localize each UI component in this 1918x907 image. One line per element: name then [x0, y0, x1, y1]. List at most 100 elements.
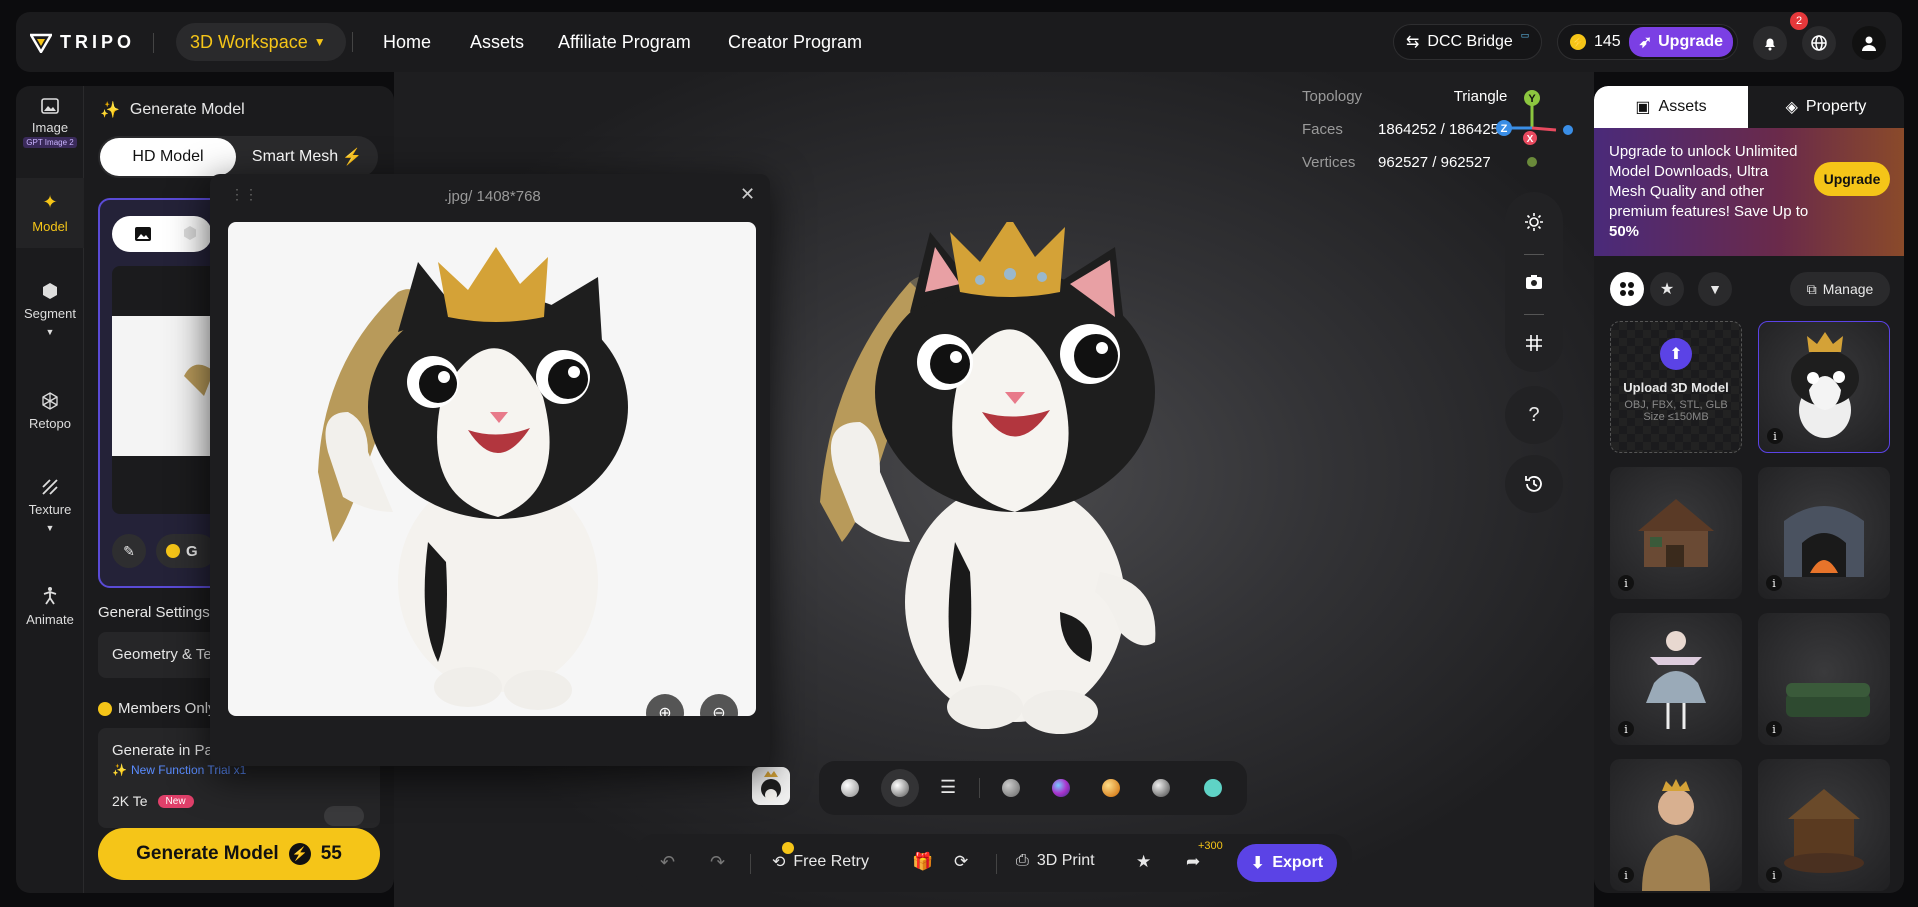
caret-down-icon[interactable]: ▼: [46, 327, 55, 337]
generate-model-button[interactable]: Generate Model ⚡ 55: [98, 828, 380, 880]
globe-icon: [1811, 35, 1827, 51]
share-icon[interactable]: ➦: [1186, 852, 1200, 872]
popup-title: .jpg/ 1408*768: [444, 188, 541, 205]
export-button[interactable]: ⬇ Export: [1237, 844, 1337, 882]
asset-thumbnail-green-sofa[interactable]: i: [1758, 613, 1890, 745]
tripo-logo[interactable]: TRIPO: [30, 32, 155, 53]
gpt-image-badge: GPT Image 2: [23, 137, 77, 148]
rail-item-retopo[interactable]: Retopo: [16, 392, 84, 431]
info-icon[interactable]: i: [1618, 721, 1634, 737]
rail-item-texture[interactable]: Texture ▼: [16, 478, 84, 533]
logo-text: TRIPO: [60, 32, 136, 52]
info-icon[interactable]: i: [1766, 867, 1782, 883]
screenshot-icon[interactable]: [1525, 274, 1543, 290]
nav-home[interactable]: Home: [383, 32, 431, 53]
nav-creator-program[interactable]: Creator Program: [728, 32, 862, 53]
free-retry-button[interactable]: ⟲ Free Retry: [772, 852, 869, 872]
redo-icon[interactable]: ↷: [710, 852, 725, 873]
material-orange-icon[interactable]: [1102, 779, 1120, 797]
star-icon[interactable]: ★: [1136, 852, 1151, 872]
user-avatar-button[interactable]: [1852, 26, 1886, 60]
caret-down-icon[interactable]: ▼: [46, 523, 55, 533]
credit-count: 145: [1594, 33, 1621, 50]
material-normal-icon[interactable]: [1052, 779, 1070, 797]
generate-image-button[interactable]: G: [156, 534, 216, 568]
rail-item-model[interactable]: ✦ Model: [16, 178, 84, 248]
rail-label: Retopo: [29, 416, 71, 431]
asset-thumbnail-cat[interactable]: i: [1758, 321, 1890, 453]
axis-gizmo[interactable]: Y Z X: [1490, 86, 1576, 172]
grid-icon[interactable]: [1525, 334, 1543, 352]
promo-upgrade-button[interactable]: Upgrade: [1814, 162, 1890, 196]
info-icon[interactable]: i: [1766, 575, 1782, 591]
info-icon[interactable]: i: [1618, 867, 1634, 883]
credits-pill: ⚡ 145 ➶ Upgrade: [1557, 24, 1739, 60]
star-icon: ★: [1659, 281, 1675, 298]
3d-print-button[interactable]: ⎙ 3D Print: [1016, 852, 1095, 870]
help-button[interactable]: ?: [1505, 386, 1563, 444]
drag-handle-icon[interactable]: ⋮⋮: [230, 186, 258, 203]
history-button[interactable]: [1505, 455, 1563, 513]
rail-item-segment[interactable]: Segment ▼: [16, 282, 84, 337]
cube-icon[interactable]: [182, 225, 198, 241]
notifications-button[interactable]: [1753, 26, 1787, 60]
material-gray-icon[interactable]: [1002, 779, 1020, 797]
upload-3d-model-button[interactable]: ⬆ Upload 3D Model OBJ, FBX, STL, GLB Siz…: [1610, 321, 1742, 453]
asset-thumbnail-cottage[interactable]: i: [1610, 467, 1742, 599]
asset-thumbnail-ballerina[interactable]: i: [1610, 613, 1742, 745]
asset-thumbnail-fireplace[interactable]: i: [1758, 467, 1890, 599]
asset-thumbnail-queen[interactable]: i: [1610, 759, 1742, 891]
material-teal-icon[interactable]: [1204, 779, 1222, 797]
rotate-model-icon[interactable]: ⟳: [954, 852, 968, 872]
tripo-logo-icon: [30, 33, 52, 53]
promo-text: Upgrade to unlock Unlimited Model Downlo…: [1609, 142, 1809, 242]
material-bar: ☰: [819, 761, 1247, 815]
adjust-sliders-icon[interactable]: ☰: [940, 777, 956, 798]
manage-button[interactable]: ⧉ Manage: [1790, 272, 1890, 306]
nav-affiliate-program[interactable]: Affiliate Program: [558, 32, 691, 53]
grid-dots-icon: [1620, 282, 1634, 296]
rocket-icon: ➶: [1638, 34, 1653, 51]
reference-thumbnail[interactable]: [752, 767, 790, 805]
language-button[interactable]: [1802, 26, 1836, 60]
filter-button[interactable]: ▼: [1698, 272, 1732, 306]
undo-icon[interactable]: ↶: [660, 852, 675, 873]
rail-item-animate[interactable]: Animate: [16, 586, 84, 627]
topology-label: Topology: [1302, 88, 1363, 105]
texture-icon: [42, 479, 58, 495]
vertices-label: Vertices: [1302, 154, 1356, 171]
info-icon[interactable]: i: [1618, 575, 1634, 591]
textured-shading-icon[interactable]: [891, 779, 909, 797]
material-metal-icon[interactable]: [1152, 779, 1170, 797]
dcc-bridge-label: DCC Bridge: [1427, 33, 1513, 50]
cube-icon: [43, 283, 57, 299]
credit-bolt-icon: ⚡: [1570, 34, 1586, 50]
info-icon[interactable]: i: [1767, 428, 1783, 444]
edit-image-button[interactable]: ✎: [112, 534, 146, 568]
close-icon[interactable]: ✕: [740, 184, 755, 205]
clay-shading-icon[interactable]: [841, 779, 859, 797]
free-retry-label: Free Retry: [793, 853, 869, 870]
tab-smart-mesh[interactable]: Smart Mesh ⚡: [238, 138, 376, 176]
upgrade-button[interactable]: ➶ Upgrade: [1628, 27, 1734, 57]
rail-item-image[interactable]: Image GPT Image 2: [16, 98, 84, 148]
image-preview-popup: ⋮⋮ .jpg/ 1408*768 ✕ ⊕ ⊖: [210, 174, 770, 766]
3d-model-cat[interactable]: [760, 222, 1210, 742]
lighting-icon[interactable]: [1524, 212, 1544, 232]
axis-x-label: X: [1527, 134, 1534, 145]
axis-y-label: Y: [1528, 93, 1536, 105]
gift-icon[interactable]: 🎁: [912, 852, 933, 872]
manage-icon: ⧉: [1806, 280, 1817, 297]
workspace-dropdown[interactable]: 3D Workspace ▼: [176, 23, 346, 61]
smart-mesh-label: Smart Mesh: [251, 148, 339, 165]
nav-assets[interactable]: Assets: [470, 32, 524, 53]
favorites-button[interactable]: ★: [1650, 272, 1684, 306]
tab-property[interactable]: ◈ Property: [1748, 86, 1904, 128]
tab-assets[interactable]: ▣ Assets: [1594, 86, 1748, 128]
filter-all-button[interactable]: [1610, 272, 1644, 306]
dcc-bridge-button[interactable]: ⇆ DCC Bridge ▭: [1393, 24, 1543, 60]
info-icon[interactable]: i: [1766, 721, 1782, 737]
texture-toggle[interactable]: [324, 806, 364, 826]
tab-hd-model[interactable]: HD Model: [100, 138, 236, 176]
asset-thumbnail-market-stall[interactable]: i: [1758, 759, 1890, 891]
